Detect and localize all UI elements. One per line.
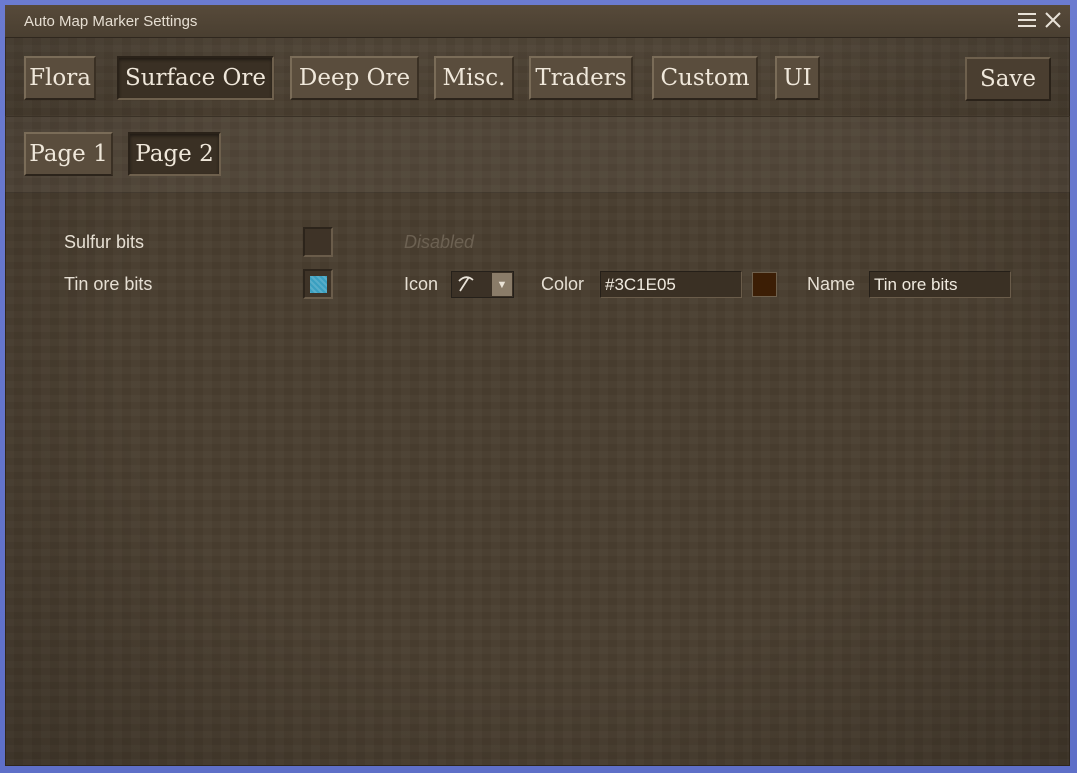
icon-dropdown[interactable]: ▼: [451, 271, 514, 298]
color-hex-input[interactable]: [600, 271, 742, 298]
checkbox-checked-fill: [310, 276, 327, 293]
row-label-sulfur-bits: Sulfur bits: [64, 232, 145, 252]
page-tab-bar: Page 1 Page 2: [5, 117, 1070, 193]
pickaxe-icon: [455, 273, 477, 295]
tab-custom[interactable]: Custom: [652, 56, 758, 100]
window-title: Auto Map Marker Settings: [24, 13, 198, 30]
name-label: Name: [807, 274, 856, 294]
tab-surface-ore[interactable]: Surface Ore: [117, 56, 274, 100]
settings-window: Auto Map Marker Settings Flora Surface O…: [5, 5, 1070, 766]
category-tab-bar: Flora Surface Ore Deep Ore Misc. Traders…: [5, 38, 1070, 117]
window-frame: Auto Map Marker Settings Flora Surface O…: [0, 0, 1077, 773]
chevron-down-icon[interactable]: ▼: [492, 273, 512, 296]
icon-label: Icon: [404, 274, 439, 294]
title-bar[interactable]: Auto Map Marker Settings: [5, 5, 1070, 38]
disabled-status-text: Disabled: [404, 232, 475, 252]
tab-misc[interactable]: Misc.: [434, 56, 514, 100]
row-label-tin-ore-bits: Tin ore bits: [64, 274, 153, 294]
tab-page-1[interactable]: Page 1: [24, 132, 113, 176]
close-icon[interactable]: [1042, 9, 1064, 31]
color-label: Color: [541, 274, 585, 294]
tab-page-2[interactable]: Page 2: [128, 132, 221, 176]
tab-ui[interactable]: UI: [775, 56, 820, 100]
color-swatch[interactable]: [752, 272, 777, 297]
tin-ore-bits-checkbox[interactable]: [303, 269, 333, 299]
tab-flora[interactable]: Flora: [24, 56, 96, 100]
marker-name-input[interactable]: [869, 271, 1011, 298]
tab-traders[interactable]: Traders: [529, 56, 633, 100]
save-button[interactable]: Save: [965, 57, 1051, 101]
sulfur-bits-checkbox[interactable]: [303, 227, 333, 257]
tab-deep-ore[interactable]: Deep Ore: [290, 56, 419, 100]
hamburger-icon[interactable]: [1016, 9, 1038, 31]
